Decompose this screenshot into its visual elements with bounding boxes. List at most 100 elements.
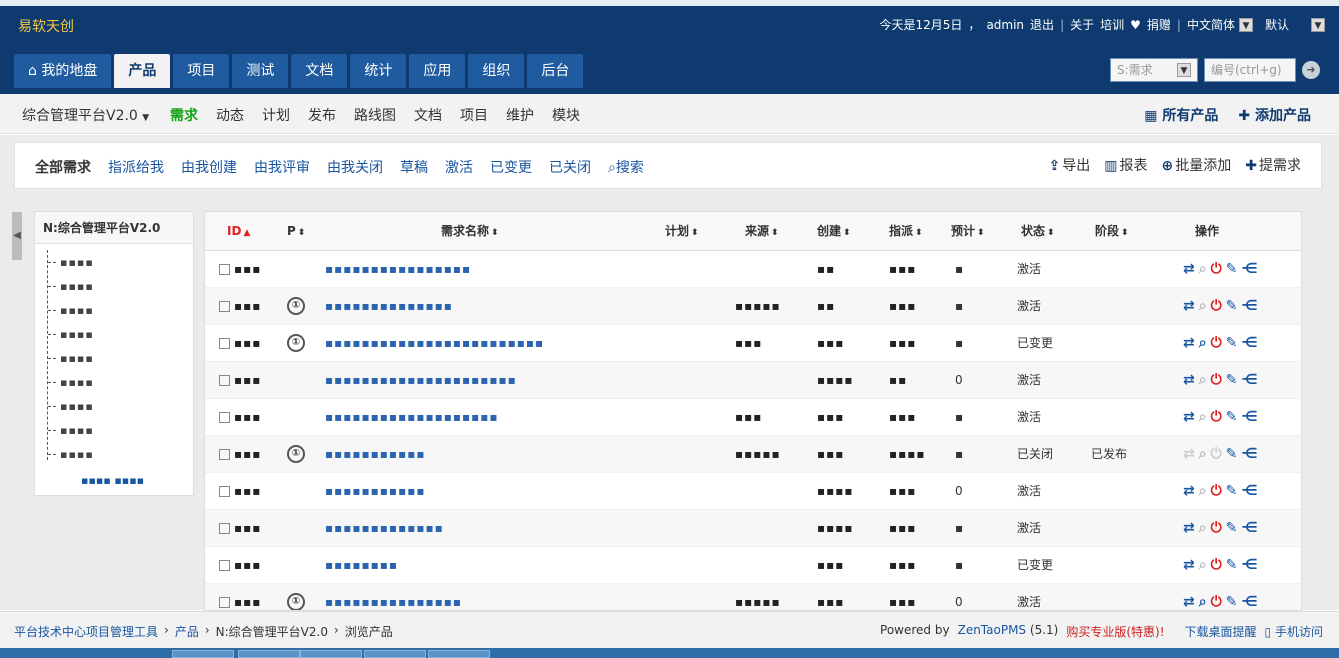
shuffle-icon[interactable]: ⇄ [1183,298,1195,314]
cell-id[interactable]: ▪▪▪ [205,546,283,584]
pencil-icon[interactable]: ✎ [1226,594,1238,610]
taskbar-button[interactable] [172,650,234,658]
filter-active[interactable]: 激活 [445,157,473,177]
table-row[interactable]: ▪▪▪ ▪▪▪▪▪▪▪▪▪▪▪▪▪ ▪▪▪▪ ▪▪▪ ▪ 激活 ⇄ ⌕ ⏻ ✎ ⋲ [205,509,1301,547]
menu-project[interactable]: 项目 [460,105,488,125]
tab-doc[interactable]: 文档 [291,54,348,88]
story-title-link[interactable]: ▪▪▪▪▪▪▪▪▪▪▪▪▪ [325,521,444,535]
search-filter[interactable]: ⌕搜索 [608,157,644,177]
col-plan[interactable]: 计划 ⬍ [661,212,731,251]
share-icon[interactable]: ⋲ [1241,372,1257,388]
shuffle-icon[interactable]: ⇄ [1183,409,1195,425]
share-icon[interactable]: ⋲ [1241,446,1257,462]
power-icon[interactable]: ⏻ [1211,298,1222,314]
share-icon[interactable]: ⋲ [1241,594,1257,610]
col-source[interactable]: 来源 ⬍ [731,212,805,251]
search-input[interactable]: 编号(ctrl+g) [1204,58,1296,82]
all-products-link[interactable]: ▦ 所有产品 [1144,105,1218,125]
cell-assigned[interactable]: ▪▪▪ [877,472,941,510]
table-row[interactable]: ▪▪▪ ① ▪▪▪▪▪▪▪▪▪▪▪▪▪▪▪▪▪▪▪▪▪▪▪▪ ▪▪▪ ▪▪▪ ▪▪▪ ▪ 已变… [205,324,1301,362]
shuffle-icon[interactable]: ⇄ [1183,520,1195,536]
table-row[interactable]: ▪▪▪ ▪▪▪▪▪▪▪▪▪▪▪▪▪▪▪▪ ▪▪ ▪▪▪ ▪ 激活 ⇄ ⌕ ⏻ ✎ ⋲ [205,250,1301,288]
search-type-select[interactable]: S:需求 ▼ [1110,58,1198,82]
cell-assigned[interactable]: ▪▪▪▪ [877,435,941,473]
menu-dynamic[interactable]: 动态 [216,105,244,125]
crumb-product[interactable]: 产品 [175,623,199,640]
cell-assigned[interactable]: ▪▪▪ [877,509,941,547]
tree-node[interactable]: ▪▪▪▪ [48,298,127,322]
brand-logo[interactable]: 易软天创 [18,16,74,36]
filter-reviewed[interactable]: 由我评审 [254,157,310,177]
row-checkbox[interactable] [219,448,230,460]
cell-id[interactable]: ▪▪▪ [205,583,283,610]
cell-title[interactable]: ▪▪▪▪▪▪▪▪▪▪▪▪▪▪▪ [321,583,661,610]
table-row[interactable]: ▪▪▪ ① ▪▪▪▪▪▪▪▪▪▪▪▪▪▪ ▪▪▪▪▪ ▪▪ ▪▪▪ ▪ 激活 ⇄ ⌕ ⏻ ✎ ⋲ [205,287,1301,325]
cell-title[interactable]: ▪▪▪▪▪▪▪▪▪▪▪▪▪▪▪▪▪▪▪ [321,398,661,436]
cell-assigned[interactable]: ▪▪ [877,361,941,399]
manage-modules-link[interactable]: ▪▪▪▪ ▪▪▪▪ [81,474,144,487]
cell-title[interactable]: ▪▪▪▪▪▪▪▪▪▪▪ [321,435,661,473]
cell-assigned[interactable]: ▪▪▪ [877,324,941,362]
menu-plan[interactable]: 计划 [262,105,290,125]
table-row[interactable]: ▪▪▪ ① ▪▪▪▪▪▪▪▪▪▪▪ ▪▪▪▪▪ ▪▪▪ ▪▪▪▪ ▪ 已关闭 已发布 ⇄ ⌕ ⏻ ✎ ⋲ [205,435,1301,473]
story-title-link[interactable]: ▪▪▪▪▪▪▪▪▪▪▪▪▪▪▪▪▪▪▪▪▪▪▪▪ [325,336,544,350]
cell-id[interactable]: ▪▪▪ [205,324,283,362]
menu-maintain[interactable]: 维护 [506,105,534,125]
cell-id[interactable]: ▪▪▪ [205,472,283,510]
share-icon[interactable]: ⋲ [1241,483,1257,499]
pencil-icon[interactable]: ✎ [1226,483,1238,499]
logout-link[interactable]: 退出 [1030,16,1054,33]
row-checkbox[interactable] [219,337,230,349]
cell-assigned[interactable]: ▪▪▪ [877,583,941,610]
table-row[interactable]: ▪▪▪ ▪▪▪▪▪▪▪▪▪▪▪ ▪▪▪▪ ▪▪▪ 0 激活 ⇄ ⌕ ⏻ ✎ ⋲ [205,472,1301,510]
tab-org[interactable]: 组织 [468,54,525,88]
cell-title[interactable]: ▪▪▪▪▪▪▪▪ [321,546,661,584]
story-title-link[interactable]: ▪▪▪▪▪▪▪▪▪▪▪ [325,447,425,461]
about-link[interactable]: 关于 [1070,16,1094,33]
cell-assigned[interactable]: ▪▪▪ [877,250,941,288]
table-row[interactable]: ▪▪▪ ▪▪▪▪▪▪▪▪▪▪▪▪▪▪▪▪▪▪▪▪▪ ▪▪▪▪ ▪▪ 0 激活 ⇄ ⌕ ⏻ ✎ ⋲ [205,361,1301,399]
cell-id[interactable]: ▪▪▪ [205,398,283,436]
filter-all[interactable]: 全部需求 [35,157,91,177]
menu-doc[interactable]: 文档 [414,105,442,125]
cell-title[interactable]: ▪▪▪▪▪▪▪▪▪▪▪▪▪▪▪▪ [321,250,661,288]
cell-assigned[interactable]: ▪▪▪ [877,287,941,325]
col-status[interactable]: 状态 ⬍ [1001,212,1075,251]
magnifier-icon[interactable]: ⌕ [1199,520,1207,536]
tab-project[interactable]: 项目 [173,54,230,88]
story-title-link[interactable]: ▪▪▪▪▪▪▪▪▪▪▪▪▪▪▪▪ [325,262,471,276]
cell-assigned[interactable]: ▪▪▪ [877,398,941,436]
power-icon[interactable]: ⏻ [1211,483,1222,499]
magnifier-icon[interactable]: ⌕ [1199,261,1207,277]
magnifier-icon[interactable]: ⌕ [1199,372,1207,388]
story-title-link[interactable]: ▪▪▪▪▪▪▪▪▪▪▪▪▪▪▪▪▪▪▪ [325,410,499,424]
power-icon[interactable]: ⏻ [1211,261,1222,277]
crumb-home[interactable]: 平台技术中心项目管理工具 [14,623,158,640]
mobile-link[interactable]: ▯ 手机访问 [1265,623,1323,640]
story-title-link[interactable]: ▪▪▪▪▪▪▪▪▪▪▪ [325,484,425,498]
col-priority[interactable]: P ⬍ [283,212,321,251]
tab-product[interactable]: 产品 [114,54,171,88]
col-estimate[interactable]: 预计 ⬍ [941,212,1001,251]
tree-node[interactable]: ▪▪▪▪ [48,346,127,370]
row-checkbox[interactable] [219,596,230,608]
col-creator[interactable]: 创建 ⬍ [805,212,877,251]
tree-node[interactable]: ▪▪▪▪ [48,394,127,418]
magnifier-icon[interactable]: ⌕ [1199,594,1207,610]
cell-id[interactable]: ▪▪▪ [205,250,283,288]
tab-admin[interactable]: 后台 [527,54,584,88]
tree-node[interactable]: ▪▪▪▪ [48,250,127,274]
tab-app[interactable]: 应用 [409,54,466,88]
row-checkbox[interactable] [219,263,230,275]
cell-title[interactable]: ▪▪▪▪▪▪▪▪▪▪▪▪▪▪▪▪▪▪▪▪▪ [321,361,661,399]
pencil-icon[interactable]: ✎ [1226,446,1238,462]
pencil-icon[interactable]: ✎ [1226,261,1238,277]
magnifier-icon[interactable]: ⌕ [1199,557,1207,573]
tab-report[interactable]: 统计 [350,54,407,88]
user-name[interactable]: admin [986,18,1024,32]
story-title-link[interactable]: ▪▪▪▪▪▪▪▪▪▪▪▪▪▪ [325,299,453,313]
tree-node[interactable]: ▪▪▪▪ [48,442,127,466]
col-assigned[interactable]: 指派 ⬍ [877,212,941,251]
filter-created[interactable]: 由我创建 [181,157,237,177]
filter-draft[interactable]: 草稿 [400,157,428,177]
